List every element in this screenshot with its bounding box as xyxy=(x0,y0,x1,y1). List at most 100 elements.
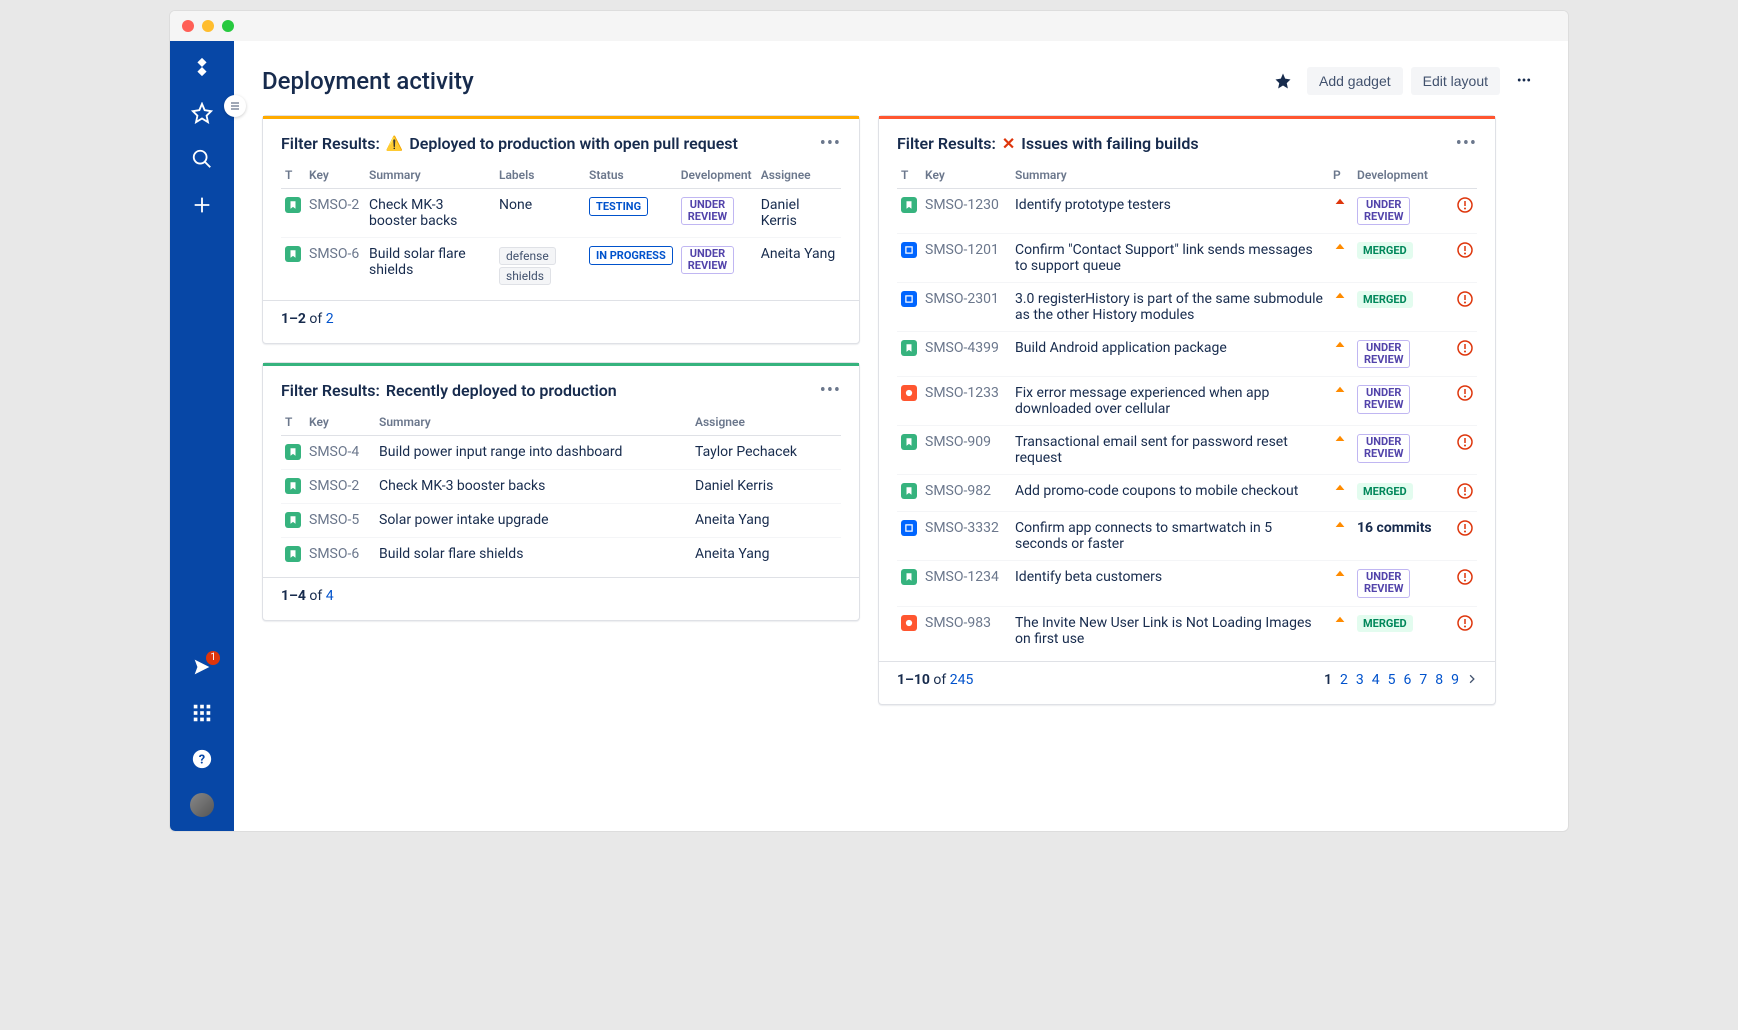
table-row[interactable]: SMSO-1201 Confirm "Contact Support" link… xyxy=(897,234,1477,283)
edit-layout-button[interactable]: Edit layout xyxy=(1411,67,1500,95)
open-pr-total-link[interactable]: 2 xyxy=(326,311,334,327)
issue-type-icon xyxy=(285,478,301,494)
open-pr-pagination: 1–2 of 2 xyxy=(281,311,334,327)
star-icon[interactable] xyxy=(190,101,214,125)
dev-status-under-review[interactable]: UNDERREVIEW xyxy=(1357,340,1410,368)
page-number[interactable]: 1 xyxy=(1324,672,1332,688)
dev-status-under-review[interactable]: UNDERREVIEW xyxy=(681,197,734,225)
page-number[interactable]: 8 xyxy=(1435,672,1443,688)
issue-key-link[interactable]: SMSO-2301 xyxy=(925,291,999,307)
issue-key-link[interactable]: SMSO-3332 xyxy=(925,520,999,536)
issue-type-icon xyxy=(901,569,917,585)
issue-key-link[interactable]: SMSO-5 xyxy=(309,512,359,528)
dev-status-under-review[interactable]: UNDERREVIEW xyxy=(1357,197,1410,225)
dev-status-under-review[interactable]: UNDERREVIEW xyxy=(681,246,734,274)
issue-key-link[interactable]: SMSO-4 xyxy=(309,444,359,460)
table-row[interactable]: SMSO-4 Build power input range into dash… xyxy=(281,436,841,470)
panel-title-suffix: Issues with failing builds xyxy=(1021,134,1198,153)
table-row[interactable]: SMSO-1234 Identify beta customers UNDERR… xyxy=(897,561,1477,606)
panel-menu-icon[interactable]: ••• xyxy=(820,133,841,154)
dev-status-under-review[interactable]: UNDERREVIEW xyxy=(1357,385,1410,413)
dev-status-under-review[interactable]: UNDERREVIEW xyxy=(1357,569,1410,597)
table-row[interactable]: SMSO-2 Check MK-3 booster backs None TES… xyxy=(281,189,841,238)
page-next-icon[interactable] xyxy=(1467,672,1477,688)
page-number[interactable]: 2 xyxy=(1340,672,1348,688)
build-failing-icon xyxy=(1457,291,1473,307)
page-number[interactable]: 6 xyxy=(1404,672,1412,688)
label-chip[interactable]: defense xyxy=(499,247,556,265)
svg-text:?: ? xyxy=(199,753,205,768)
issue-key-link[interactable]: SMSO-1234 xyxy=(925,569,999,585)
panel-title-suffix: Deployed to production with open pull re… xyxy=(409,134,738,153)
issue-key-link[interactable]: SMSO-4399 xyxy=(925,340,999,356)
issue-summary: Confirm "Contact Support" link sends mes… xyxy=(1011,234,1329,283)
page-number[interactable]: 4 xyxy=(1372,672,1380,688)
build-failing-icon xyxy=(1457,520,1473,536)
page-number[interactable]: 9 xyxy=(1451,672,1459,688)
app-switcher-icon[interactable] xyxy=(190,701,214,725)
window-close-icon[interactable] xyxy=(182,20,194,32)
issue-key-link[interactable]: SMSO-6 xyxy=(309,246,359,262)
failing-total-link[interactable]: 245 xyxy=(950,672,974,688)
more-actions-icon[interactable]: ••• xyxy=(1508,65,1540,97)
issue-summary: Add promo-code coupons to mobile checkou… xyxy=(1011,475,1329,512)
add-gadget-button[interactable]: Add gadget xyxy=(1307,67,1403,95)
issue-key-link[interactable]: SMSO-1201 xyxy=(925,242,999,258)
table-row[interactable]: SMSO-909 Transactional email sent for pa… xyxy=(897,426,1477,475)
page-number[interactable]: 5 xyxy=(1388,672,1396,688)
create-icon[interactable] xyxy=(190,193,214,217)
issue-key-link[interactable]: SMSO-2 xyxy=(309,197,359,213)
table-row[interactable]: SMSO-6 Build solar flare shields Aneita … xyxy=(281,538,841,572)
panel-menu-icon[interactable]: ••• xyxy=(1456,133,1477,154)
assignee-name: Daniel Kerris xyxy=(757,189,841,238)
window-minimize-icon[interactable] xyxy=(202,20,214,32)
dev-status-merged[interactable]: MERGED xyxy=(1357,615,1413,632)
table-row[interactable]: SMSO-1233 Fix error message experienced … xyxy=(897,377,1477,426)
table-row[interactable]: SMSO-982 Add promo-code coupons to mobil… xyxy=(897,475,1477,512)
dev-status-under-review[interactable]: UNDERREVIEW xyxy=(1357,434,1410,462)
page-number[interactable]: 3 xyxy=(1356,672,1364,688)
table-row[interactable]: SMSO-2301 3.0 registerHistory is part of… xyxy=(897,283,1477,332)
table-row[interactable]: SMSO-5 Solar power intake upgrade Aneita… xyxy=(281,504,841,538)
issue-key-link[interactable]: SMSO-6 xyxy=(309,546,359,562)
assignee-name: Taylor Pechacek xyxy=(691,436,841,470)
expand-sidebar-icon[interactable] xyxy=(224,95,246,117)
table-row[interactable]: SMSO-3332 Confirm app connects to smartw… xyxy=(897,512,1477,561)
status-badge[interactable]: IN PROGRESS xyxy=(589,246,673,265)
panel-recent: Filter Results: Recently deployed to pro… xyxy=(262,362,860,621)
dev-status-merged[interactable]: MERGED xyxy=(1357,483,1413,500)
favorite-star-icon[interactable] xyxy=(1267,65,1299,97)
notifications-icon[interactable]: 1 xyxy=(190,655,214,679)
issue-key-link[interactable]: SMSO-909 xyxy=(925,434,991,450)
profile-avatar[interactable] xyxy=(190,793,214,817)
priority-icon xyxy=(1333,615,1347,629)
label-chip[interactable]: shields xyxy=(499,267,551,285)
table-row[interactable]: SMSO-2 Check MK-3 booster backs Daniel K… xyxy=(281,470,841,504)
window-maximize-icon[interactable] xyxy=(222,20,234,32)
issue-key-link[interactable]: SMSO-982 xyxy=(925,483,991,499)
table-row[interactable]: SMSO-1230 Identify prototype testers UND… xyxy=(897,189,1477,234)
panel-title-prefix: Filter Results: xyxy=(897,134,996,153)
panel-open-pr: Filter Results: ⚠️ Deployed to productio… xyxy=(262,115,860,344)
table-row[interactable]: SMSO-6 Build solar flare shields defense… xyxy=(281,238,841,295)
help-icon[interactable]: ? xyxy=(190,747,214,771)
issue-summary: Confirm app connects to smartwatch in 5 … xyxy=(1011,512,1329,561)
page-title: Deployment activity xyxy=(262,67,1267,95)
dev-commits[interactable]: 16 commits xyxy=(1357,520,1432,536)
issue-key-link[interactable]: SMSO-1230 xyxy=(925,197,999,213)
priority-icon xyxy=(1333,242,1347,256)
issue-key-link[interactable]: SMSO-983 xyxy=(925,615,991,631)
recent-total-link[interactable]: 4 xyxy=(326,588,334,604)
page-number[interactable]: 7 xyxy=(1419,672,1427,688)
table-row[interactable]: SMSO-4399 Build Android application pack… xyxy=(897,332,1477,377)
jira-logo-icon[interactable] xyxy=(190,55,214,79)
table-row[interactable]: SMSO-983 The Invite New User Link is Not… xyxy=(897,606,1477,655)
panel-menu-icon[interactable]: ••• xyxy=(820,380,841,401)
issue-key-link[interactable]: SMSO-1233 xyxy=(925,385,999,401)
status-badge[interactable]: TESTING xyxy=(589,197,648,216)
dev-status-merged[interactable]: MERGED xyxy=(1357,242,1413,259)
col-key: Key xyxy=(921,162,1011,189)
issue-key-link[interactable]: SMSO-2 xyxy=(309,478,359,494)
search-icon[interactable] xyxy=(190,147,214,171)
dev-status-merged[interactable]: MERGED xyxy=(1357,291,1413,308)
